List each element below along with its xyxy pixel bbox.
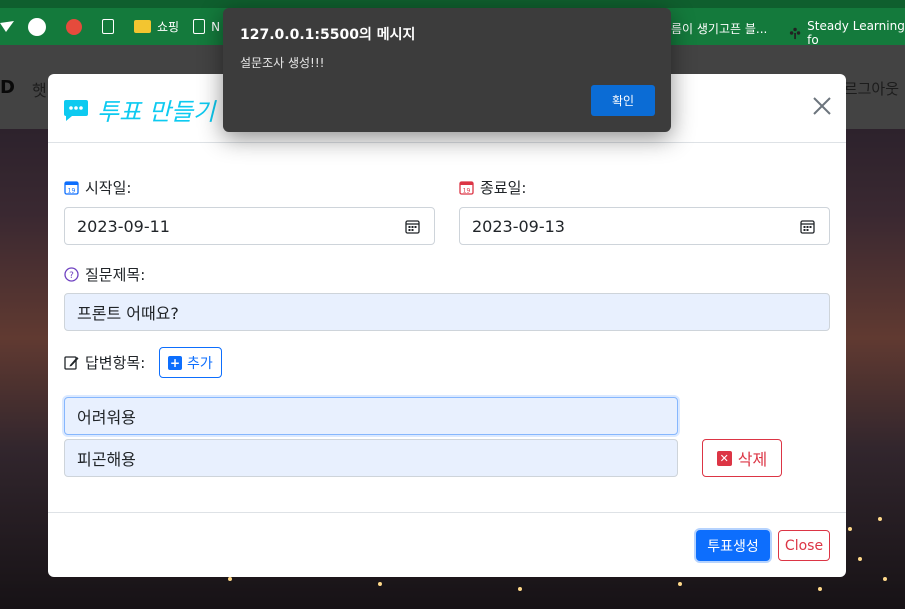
create-vote-button[interactable]: 투표생성: [696, 530, 770, 561]
bookmark-label: 름이 생기고픈 블...: [671, 22, 768, 36]
svg-text:19: 19: [68, 188, 76, 195]
bookmark-n[interactable]: N: [193, 19, 220, 34]
bookmark-label: 쇼핑: [157, 20, 180, 34]
end-date-label: 19 종료일:: [459, 177, 526, 198]
question-label-text: 질문제목:: [85, 266, 146, 284]
bookmark-steady[interactable]: Steady Learning fo: [789, 19, 905, 47]
add-answer-button[interactable]: + 추가: [159, 347, 222, 378]
question-circle-icon: ?: [64, 267, 79, 282]
answer-value: 피곤해용: [77, 450, 136, 469]
alert-ok-label: 확인: [611, 94, 635, 108]
calendar-icon: 19: [459, 181, 474, 195]
delete-answer-button[interactable]: ✕ 삭제: [702, 439, 782, 477]
delete-label: 삭제: [737, 450, 768, 469]
bookmark-red[interactable]: [66, 18, 88, 35]
edit-icon: [64, 356, 79, 370]
github-icon: [28, 17, 46, 36]
doc-icon: [102, 19, 114, 34]
answer-input-2[interactable]: 피곤해용: [64, 439, 678, 477]
modal-title-text: 투표 만들기: [97, 98, 216, 126]
bookmark-label: N: [211, 19, 221, 34]
alert-title: 127.0.0.1:5500의 메시지: [240, 27, 416, 43]
add-answer-label: 추가: [187, 355, 213, 372]
answers-label: 답변항목:: [64, 352, 145, 373]
question-input[interactable]: 프론트 어때요?: [64, 293, 830, 331]
svg-text:19: 19: [463, 188, 471, 195]
start-date-input[interactable]: 2023-09-11: [64, 207, 435, 245]
svg-text:?: ?: [69, 271, 74, 281]
end-date-text: 종료일:: [480, 179, 527, 197]
bookmark-label: Steady Learning fo: [807, 19, 905, 47]
end-date-input[interactable]: 2023-09-13: [459, 207, 830, 245]
red-circle-icon: [66, 18, 82, 35]
vote-modal: 투표 만들기 19 시작일: 2023-09-11 19 종료일: 2023-0…: [48, 74, 846, 577]
answer-input-1[interactable]: 어려워용: [64, 397, 678, 435]
chat-bubble-icon: [64, 99, 88, 121]
question-value: 프론트 어때요?: [77, 304, 179, 323]
end-date-value: 2023-09-13: [472, 216, 565, 236]
create-vote-label: 투표생성: [707, 538, 759, 555]
bookmark-blog[interactable]: 름이 생기고픈 블...: [671, 20, 767, 37]
browser-alert-dialog: 127.0.0.1:5500의 메시지 설문조사 생성!!! 확인: [223, 8, 671, 132]
bookmark-arrow[interactable]: [0, 20, 14, 34]
answers-label-text: 답변항목:: [85, 354, 146, 372]
alert-message: 설문조사 생성!!!: [240, 56, 325, 70]
bookmark-shopping[interactable]: 쇼핑: [134, 18, 179, 35]
folder-icon: [134, 20, 151, 33]
alert-ok-button[interactable]: 확인: [591, 85, 655, 116]
bookmark-github[interactable]: [28, 17, 52, 36]
send-arrow-icon: [0, 20, 14, 32]
bookmark-doc[interactable]: [102, 19, 120, 34]
close-button[interactable]: Close: [778, 530, 830, 561]
calendar-icon: 19: [64, 181, 79, 195]
modal-title: 투표 만들기: [63, 92, 215, 127]
close-icon[interactable]: [812, 96, 832, 116]
doc-icon: [193, 19, 206, 34]
plus-icon: +: [168, 355, 182, 370]
start-date-value: 2023-09-11: [77, 216, 170, 236]
close-button-label: Close: [784, 537, 824, 554]
start-date-text: 시작일:: [85, 179, 132, 197]
date-picker-icon[interactable]: [405, 219, 420, 234]
answer-value: 어려워용: [77, 408, 136, 427]
start-date-label: 19 시작일:: [64, 177, 131, 198]
question-label: ? 질문제목:: [64, 264, 145, 285]
date-picker-icon[interactable]: [800, 219, 815, 234]
tree-icon: [789, 27, 801, 40]
modal-footer: 투표생성 Close: [48, 512, 846, 577]
x-square-icon: ✕: [716, 450, 732, 466]
